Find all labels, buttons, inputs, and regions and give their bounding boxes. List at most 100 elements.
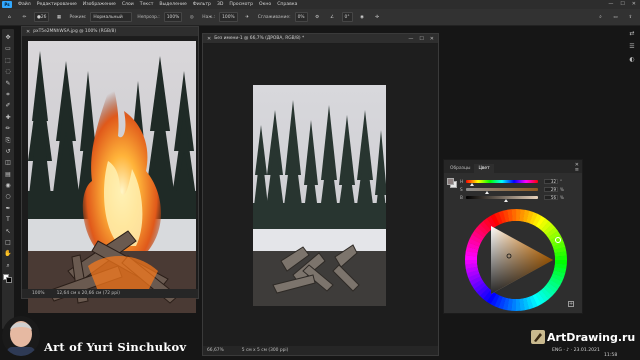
document-tab[interactable]: ✕ Без имени-1 @ 66,7% (ДРОВА, RGB/8) * —…	[203, 34, 438, 44]
site-watermark-text: ArtDrawing.ru	[547, 330, 636, 344]
opacity-label: Непрозр.:	[137, 14, 160, 20]
brightness-value[interactable]: 56	[544, 194, 558, 200]
pressure-opacity-icon[interactable]: ◎	[186, 12, 197, 22]
working-document-window[interactable]: ✕ Без имени-1 @ 66,7% (ДРОВА, RGB/8) * —…	[202, 33, 439, 356]
angle-icon: ∠	[330, 14, 334, 20]
history-brush-tool-icon[interactable]: ↺	[4, 147, 13, 156]
brush-panel-icon[interactable]: ▦	[53, 12, 64, 22]
shape-tool-icon[interactable]: □	[4, 238, 13, 247]
mode-select[interactable]: Нормальный	[90, 12, 133, 22]
zoom-readout[interactable]: 66,67%	[207, 348, 224, 353]
window-controls: — ☐ ✕	[608, 1, 636, 7]
panel-menu-icon[interactable]: ☰	[629, 43, 634, 50]
document-tab[interactable]: ✕ pxT5e2MNhWSA.jpg @ 100% (RGB/8)	[22, 27, 198, 37]
menu-bar: Ps Файл Редактирование Изображение Слои …	[0, 0, 640, 9]
menu-edit[interactable]: Редактирование	[34, 2, 80, 7]
smoothing-field[interactable]: 0%	[294, 12, 308, 22]
pen-tool-icon[interactable]: ✒	[4, 204, 13, 213]
quick-select-tool-icon[interactable]: ✎	[4, 79, 13, 88]
lasso-tool-icon[interactable]: ◌	[4, 67, 13, 76]
color-wheel[interactable]	[461, 205, 571, 315]
blur-tool-icon[interactable]: ◉	[4, 181, 13, 190]
saturation-value[interactable]: 29	[544, 186, 558, 192]
healing-tool-icon[interactable]: ✚	[4, 113, 13, 122]
crop-tool-icon[interactable]: ⌗	[4, 90, 13, 99]
menu-view[interactable]: Просмотр	[226, 2, 256, 7]
color-panel-icon[interactable]: ◐	[629, 56, 634, 63]
menu-type[interactable]: Текст	[137, 2, 157, 7]
type-tool-icon[interactable]: T	[4, 215, 13, 224]
angle-field[interactable]: 0°	[341, 12, 353, 22]
add-swatch-icon[interactable]: +	[568, 301, 574, 307]
marquee-tool-icon[interactable]: ⬚	[4, 56, 13, 65]
menu-help[interactable]: Справка	[274, 2, 300, 7]
symmetry-icon[interactable]: ✣	[372, 12, 383, 22]
close-tab-icon[interactable]: ✕	[207, 36, 211, 42]
search-icon[interactable]: ⌕	[595, 12, 606, 22]
minimize-button[interactable]: —	[608, 1, 613, 7]
document-info[interactable]: 5 см x 5 см (300 ppi)	[242, 348, 289, 353]
background-color-swatch[interactable]	[6, 277, 12, 284]
menu-file[interactable]: Файл	[15, 2, 34, 7]
brightness-slider[interactable]	[466, 195, 538, 202]
gradient-tool-icon[interactable]: ▤	[4, 170, 13, 179]
document-status-bar: 66,67% 5 см x 5 см (300 ppi)	[203, 346, 438, 355]
move-tool-icon[interactable]: ✥	[4, 33, 13, 42]
saturation-slider[interactable]	[466, 187, 538, 194]
stamp-tool-icon[interactable]: ⎘	[4, 136, 13, 145]
author-avatar	[2, 316, 40, 356]
panel-foreground-swatch[interactable]	[447, 178, 454, 185]
eyedropper-tool-icon[interactable]: ✐	[4, 101, 13, 110]
menu-filter[interactable]: Фильтр	[190, 2, 214, 7]
menu-layers[interactable]: Слои	[119, 2, 137, 7]
tab-swatches[interactable]: Образцы	[446, 164, 474, 173]
color-panel: Образцы Цвет ✕ ≡ H 32 ° S 29 % B 56 % +	[443, 159, 583, 314]
brush-size-picker[interactable]: ● 26	[34, 12, 50, 22]
pressure-size-icon[interactable]: ◉	[357, 12, 368, 22]
close-document-button[interactable]: ✕	[430, 36, 434, 42]
brightness-slider-thumb[interactable]	[504, 198, 509, 202]
maximize-document-button[interactable]: ☐	[419, 36, 423, 42]
hand-tool-icon[interactable]: ✋	[4, 249, 13, 258]
color-panel-tabs: Образцы Цвет	[444, 160, 582, 173]
opacity-field[interactable]: 100%	[163, 12, 183, 22]
document-tab-title: Без имени-1 @ 66,7% (ДРОВА, RGB/8) *	[214, 36, 305, 41]
document-info[interactable]: 12,64 см x 20,66 см (72 ppi)	[57, 291, 120, 296]
bonfire-photo[interactable]	[28, 41, 196, 313]
home-icon[interactable]: ⌂	[4, 12, 15, 22]
taskbar-clock: 11:58	[604, 353, 618, 358]
hue-value[interactable]: 32	[544, 178, 558, 184]
flow-field[interactable]: 100%	[219, 12, 238, 22]
panel-collapse-icon[interactable]: ⇄	[629, 30, 634, 37]
smoothing-settings-icon[interactable]: ⚙	[312, 12, 323, 22]
menu-select[interactable]: Выделение	[156, 2, 189, 7]
author-portrait-image	[2, 316, 40, 356]
menu-image[interactable]: Изображение	[80, 2, 119, 7]
airbrush-icon[interactable]: ✈	[242, 12, 253, 22]
drawing-canvas[interactable]	[253, 85, 386, 306]
workspace-icon[interactable]: ▭	[610, 12, 621, 22]
dodge-tool-icon[interactable]: ○	[4, 192, 13, 201]
minimize-document-button[interactable]: —	[408, 36, 413, 42]
tab-color[interactable]: Цвет	[474, 164, 494, 173]
maximize-button[interactable]: ☐	[620, 1, 624, 7]
color-swatches[interactable]	[3, 274, 13, 284]
artboard-tool-icon[interactable]: ▭	[4, 44, 13, 53]
document-status-bar: 100% 12,64 см x 20,66 см (72 ppi)	[22, 289, 198, 298]
close-tab-icon[interactable]: ✕	[26, 29, 30, 35]
eraser-tool-icon[interactable]: ◫	[4, 158, 13, 167]
menu-3d[interactable]: 3D	[214, 2, 226, 7]
close-button[interactable]: ✕	[632, 1, 636, 7]
menu-window[interactable]: Окно	[256, 2, 274, 7]
share-icon[interactable]: ⇪	[625, 12, 636, 22]
zoom-readout[interactable]: 100%	[32, 291, 45, 296]
panel-menu-icon[interactable]: ≡	[575, 167, 579, 173]
zoom-tool-icon[interactable]: ⌕	[4, 261, 13, 270]
path-select-tool-icon[interactable]: ↖	[4, 227, 13, 236]
reference-document-window[interactable]: ✕ pxT5e2MNhWSA.jpg @ 100% (RGB/8) 100% 1…	[21, 26, 199, 313]
hue-slider[interactable]	[466, 179, 538, 186]
brush-tool-icon[interactable]: ✏	[4, 124, 13, 133]
saturation-slider-row: S 29 %	[460, 186, 580, 194]
brush-tool-preset-icon[interactable]: ✏	[19, 12, 30, 22]
author-watermark: Art of Yuri Sinchukov	[44, 340, 187, 354]
